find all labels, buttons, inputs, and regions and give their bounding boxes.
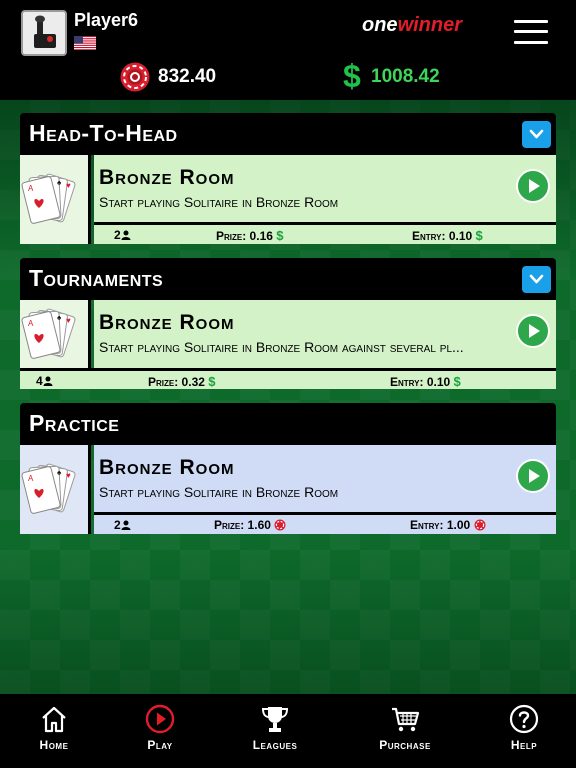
question-circle-icon (509, 704, 539, 734)
cart-icon (392, 707, 420, 732)
nav-help[interactable]: Help (474, 694, 574, 768)
svg-text:♥: ♥ (66, 471, 71, 480)
nav-home[interactable]: Home (4, 694, 104, 768)
room-description: Start playing Solitaire in Bronze Room (99, 194, 339, 210)
section-title: Head-To-Head (29, 120, 178, 146)
cards-thumbnail: A ♠ ♥ (20, 155, 91, 244)
room-name: Bronze Room (99, 166, 235, 189)
section-title: Practice (29, 410, 120, 436)
section-practice: Practice (20, 403, 556, 445)
nav-label: Play (147, 738, 173, 752)
players-icon (121, 520, 131, 530)
room-name: Bronze Room (99, 456, 235, 479)
room-details[interactable]: Bronze Room Start playing Solitaire in B… (94, 300, 556, 368)
cards-thumbnail: A ♠ ♥ (20, 445, 91, 534)
trophy-icon (261, 707, 289, 732)
room-stats: 2 Prize: 1.60 Entry: 1.00 (94, 512, 556, 534)
room-name: Bronze Room (99, 311, 235, 334)
nav-label: Leagues (252, 738, 298, 752)
nav-label: Help (510, 738, 538, 752)
collapse-button[interactable] (522, 121, 551, 148)
nav-leagues[interactable]: Leagues (225, 694, 325, 768)
room-stats: 4 Prize: 0.32 $ Entry: 0.10 $ (20, 368, 556, 389)
dollar-icon: $ (475, 228, 483, 243)
room-description: Start playing Solitaire in Bronze Room (99, 484, 339, 500)
chip-icon (120, 62, 150, 92)
dollar-icon: $ (208, 374, 216, 389)
svg-text:♥: ♥ (66, 316, 71, 325)
chevron-down-icon (529, 129, 544, 139)
play-circle-icon (145, 704, 175, 734)
room-details[interactable]: Bronze Room Start playing Solitaire in B… (94, 155, 556, 222)
cards-thumbnail: A ♠ ♥ (20, 300, 91, 368)
collapse-button[interactable] (522, 266, 551, 293)
room-description: Start playing Solitaire in Bronze Room a… (99, 339, 464, 355)
section-title: Tournaments (29, 265, 164, 291)
us-flag-icon (74, 36, 96, 50)
dollar-icon: $ (343, 58, 361, 94)
dollar-icon: $ (453, 374, 461, 389)
playing-cards-icon: A ♠ ♥ (21, 308, 76, 359)
nav-label: Home (39, 738, 69, 752)
play-button[interactable] (516, 169, 550, 203)
playing-cards-icon: A ♠ ♥ (21, 463, 76, 514)
svg-text:A: A (28, 474, 34, 483)
playing-cards-icon: A ♠ ♥ (21, 173, 76, 224)
players-count: 2 (114, 518, 131, 532)
chip-balance: 832.40 (158, 66, 217, 87)
play-button[interactable] (516, 459, 550, 493)
players-icon (121, 230, 131, 240)
house-icon (42, 706, 66, 733)
brand-winner: winner (397, 14, 463, 36)
chip-icon (274, 519, 286, 531)
section-tournaments: Tournaments (20, 258, 556, 300)
nav-purchase[interactable]: Purchase (355, 694, 455, 768)
username: Player6 (74, 10, 139, 30)
prize: Prize: 1.60 (214, 518, 286, 532)
players-icon (43, 376, 53, 386)
avatar[interactable] (21, 10, 67, 56)
dollar-icon: $ (276, 228, 284, 243)
chip-icon (474, 519, 486, 531)
play-button[interactable] (516, 314, 550, 348)
entry-fee: Entry: 1.00 (410, 518, 486, 532)
section-head-to-head: Head-To-Head (20, 113, 556, 155)
prize: Prize: 0.16 $ (216, 228, 284, 243)
svg-text:A: A (28, 319, 34, 328)
room-details[interactable]: Bronze Room Start playing Solitaire in B… (94, 445, 556, 512)
hamburger-menu-button[interactable] (514, 18, 548, 46)
room-row[interactable]: A ♠ ♥ Bronze Room Start playing Solitair… (20, 300, 556, 389)
nav-label: Purchase (379, 738, 431, 752)
cash-balance: 1008.42 (371, 66, 440, 87)
room-row[interactable]: A ♠ ♥ Bronze Room Start playing Solitair… (20, 445, 556, 534)
room-row[interactable]: A ♠ ♥ Bronze Room Start playing Solitair… (20, 155, 556, 244)
top-bar: Player6 onewinner 832.40 $ 1008.42 (0, 0, 576, 100)
nav-play[interactable]: Play (110, 694, 210, 768)
players-count: 4 (36, 374, 53, 388)
players-count: 2 (114, 228, 131, 242)
svg-text:♥: ♥ (66, 181, 71, 190)
entry-fee: Entry: 0.10 $ (412, 228, 483, 243)
room-stats: 2 Prize: 0.16 $ Entry: 0.10 $ (94, 222, 556, 244)
svg-text:A: A (28, 184, 34, 193)
prize: Prize: 0.32 $ (148, 374, 216, 389)
chevron-down-icon (529, 274, 544, 284)
brand-logo: onewinner (362, 14, 462, 37)
bottom-nav: Home Play Leagues Purchase Help (0, 694, 576, 768)
joystick-icon (23, 12, 65, 54)
brand-one: one (362, 14, 398, 36)
entry-fee: Entry: 0.10 $ (390, 374, 461, 389)
